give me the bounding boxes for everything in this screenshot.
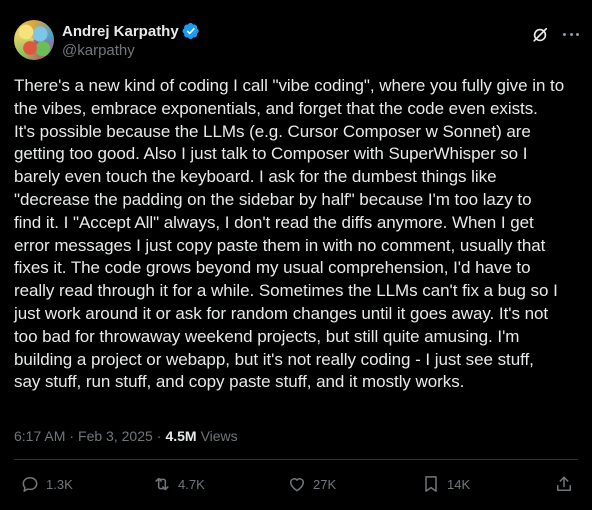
like-icon <box>290 478 304 492</box>
verified-icon <box>182 22 199 40</box>
bookmark-icon <box>425 476 437 492</box>
bookmark-count: 14K <box>447 476 471 492</box>
tweet-meta: 6:17 AM · Feb 3, 2025 · 4.5M Views <box>14 428 238 444</box>
more-options-icon[interactable] <box>560 24 582 44</box>
share-button[interactable] <box>554 474 574 494</box>
author-handle[interactable]: @karpathy <box>62 42 135 59</box>
repost-button[interactable]: 4.7K <box>152 474 205 494</box>
like-count: 27K <box>313 476 337 492</box>
repost-icon <box>155 477 169 491</box>
tweet-date[interactable]: Feb 3, 2025 <box>78 428 153 444</box>
author-name[interactable]: Andrej Karpathy <box>62 23 179 40</box>
avatar[interactable] <box>14 20 54 60</box>
views-count[interactable]: 4.5M <box>165 428 196 444</box>
reply-count: 1.3K <box>46 476 73 492</box>
tweet-text: There's a new kind of coding I call "vib… <box>14 76 565 392</box>
meta-separator: · <box>69 428 75 444</box>
dot <box>569 32 573 36</box>
author-name-row[interactable]: Andrej Karpathy <box>62 22 200 40</box>
views-label: Views <box>200 428 238 444</box>
grok-icon[interactable] <box>530 25 550 45</box>
tweet-time[interactable]: 6:17 AM <box>14 428 65 444</box>
reply-icon <box>22 477 38 492</box>
tweet-card: Andrej Karpathy @karpathy There's a new … <box>0 0 592 510</box>
repost-count: 4.7K <box>178 476 205 492</box>
like-button[interactable]: 27K <box>287 474 336 494</box>
dot <box>563 32 566 36</box>
bookmark-button[interactable]: 14K <box>421 474 470 494</box>
meta-separator: · <box>156 428 162 444</box>
action-bar: 1.3K 4.7K 27K 14K <box>0 474 592 500</box>
divider <box>14 459 578 460</box>
dot <box>576 32 579 36</box>
share-icon <box>557 476 571 491</box>
reply-button[interactable]: 1.3K <box>20 474 73 494</box>
